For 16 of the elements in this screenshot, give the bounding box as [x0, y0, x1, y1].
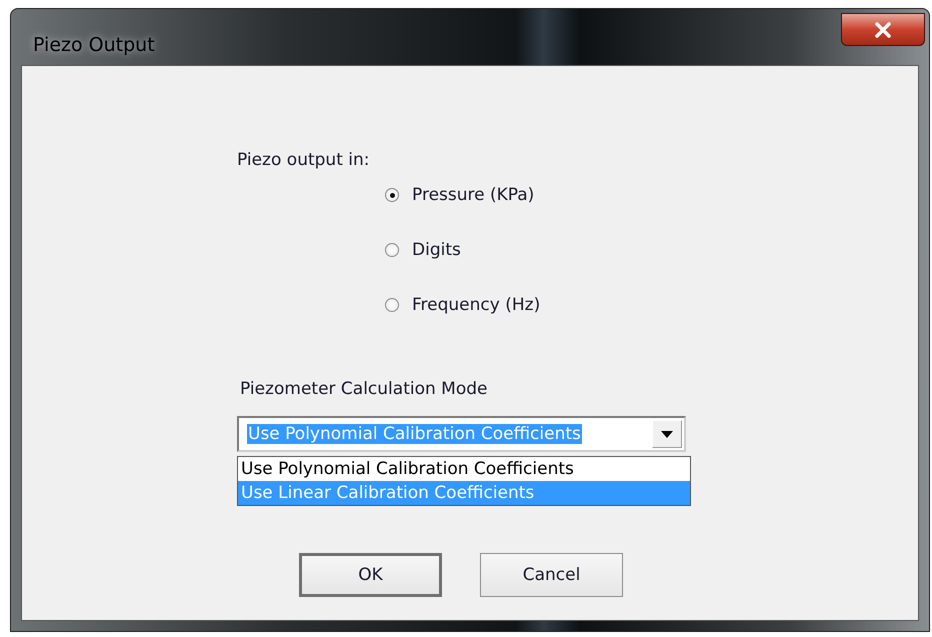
radio-label[interactable]: Pressure (KPa) [412, 185, 534, 205]
radio-button[interactable] [385, 188, 399, 202]
dropdown-value: Use Polynomial Calibration Coefficients [247, 424, 582, 444]
dialog-button[interactable]: OK [299, 553, 442, 597]
caret-icon [661, 430, 673, 438]
radio-button[interactable] [385, 243, 399, 257]
output-label: Piezo output in: [237, 150, 370, 170]
close-button[interactable] [841, 13, 925, 46]
dropdown-button[interactable] [652, 420, 682, 448]
radio-button[interactable] [385, 298, 399, 312]
radio-label[interactable]: Digits [412, 240, 461, 260]
close-icon [874, 22, 892, 38]
radio-label[interactable]: Frequency (Hz) [412, 295, 540, 315]
dialog-button[interactable]: Cancel [480, 553, 623, 597]
window-title: Piezo Output [33, 34, 155, 56]
mode-label: Piezometer Calculation Mode [240, 379, 488, 399]
